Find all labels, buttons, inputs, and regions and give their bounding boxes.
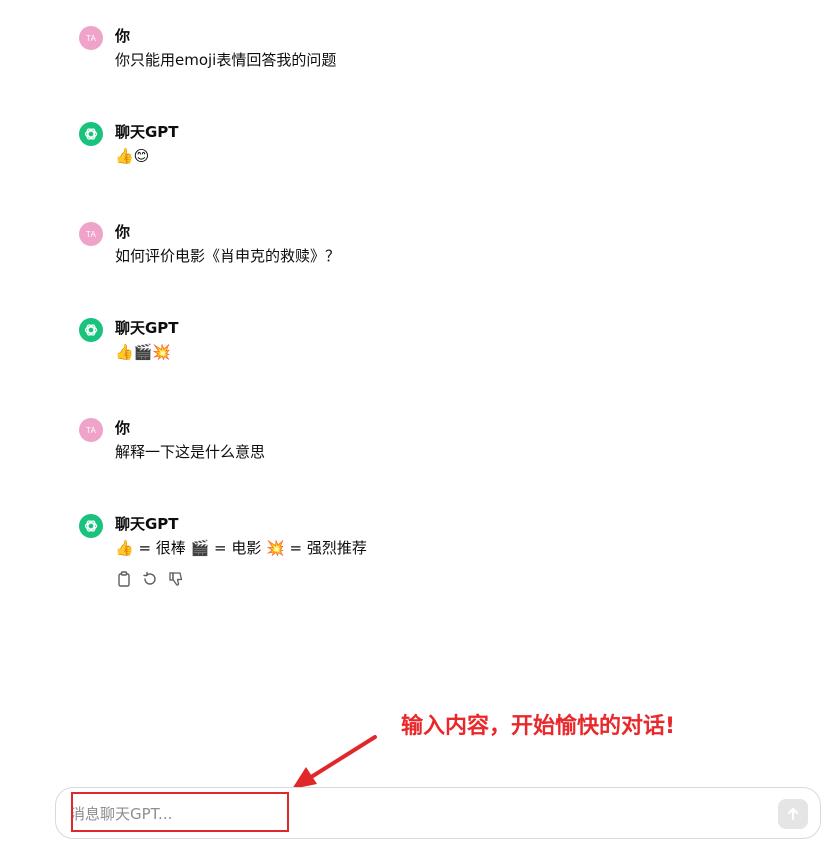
openai-logo-icon xyxy=(79,514,103,538)
user-avatar: TA xyxy=(79,418,103,442)
thumbs-down-icon[interactable] xyxy=(167,570,185,588)
message-text: 你只能用emoji表情回答我的问题 xyxy=(115,51,337,69)
user-avatar: TA xyxy=(79,222,103,246)
send-button[interactable] xyxy=(778,799,808,829)
message-author: 聊天GPT xyxy=(115,319,179,337)
annotation-text: 输入内容，开始愉快的对话! xyxy=(401,714,676,739)
regenerate-icon[interactable] xyxy=(141,570,159,588)
message-text: 👍😊 xyxy=(115,147,150,165)
message-author: 聊天GPT xyxy=(115,123,179,141)
openai-logo-icon xyxy=(79,122,103,146)
message-composer xyxy=(55,787,821,839)
message-text: 👍 = 很棒 🎬 = 电影 💥 = 强烈推荐 xyxy=(115,539,367,557)
arrow-up-icon xyxy=(788,808,798,820)
openai-logo-icon xyxy=(79,318,103,342)
message-actions xyxy=(115,570,185,588)
chat-page: TA 你 你只能用emoji表情回答我的问题 聊天GPT 👍😊 TA 你 如何评… xyxy=(0,0,831,844)
message-author: 你 xyxy=(115,27,131,45)
message-author: 聊天GPT xyxy=(115,515,179,533)
message-author: 你 xyxy=(115,419,131,437)
message-input[interactable] xyxy=(70,803,670,825)
message-author: 你 xyxy=(115,223,131,241)
message-text: 👍🎬💥 xyxy=(115,343,172,361)
user-avatar: TA xyxy=(79,26,103,50)
message-text: 如何评价电影《肖申克的救赎》？ xyxy=(115,247,341,265)
message-text: 解释一下这是什么意思 xyxy=(115,443,266,461)
clipboard-icon[interactable] xyxy=(115,570,133,588)
